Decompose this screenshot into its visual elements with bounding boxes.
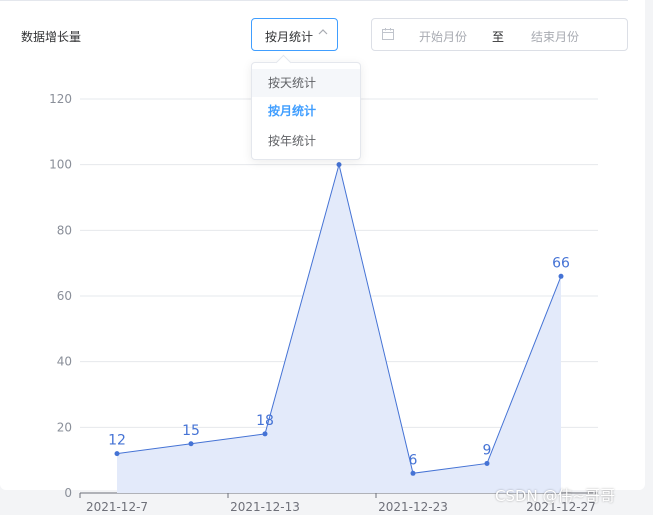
data-point xyxy=(336,162,342,168)
y-tick-label: 60 xyxy=(57,289,72,303)
option-by-year[interactable]: 按年统计 xyxy=(252,127,360,155)
data-point xyxy=(558,273,564,279)
y-tick-label: 40 xyxy=(57,355,72,369)
option-by-month[interactable]: 按月统计 xyxy=(252,97,360,125)
x-tick-label: 2021-12-7 xyxy=(86,500,148,514)
period-dropdown: 按天统计 按月统计 按年统计 xyxy=(251,54,361,160)
data-point xyxy=(188,441,194,447)
data-label: 12 xyxy=(108,433,126,449)
data-point xyxy=(114,451,120,457)
data-label: 18 xyxy=(256,413,274,429)
y-tick-label: 80 xyxy=(57,223,72,237)
x-tick-label: 2021-12-13 xyxy=(230,500,300,514)
data-point xyxy=(262,431,268,437)
data-label: 6 xyxy=(409,452,418,468)
y-tick-label: 0 xyxy=(64,486,72,500)
data-label: 66 xyxy=(552,255,570,271)
x-tick-label: 2021-12-23 xyxy=(378,500,448,514)
y-tick-label: 120 xyxy=(49,92,72,106)
data-label: 15 xyxy=(182,423,200,439)
data-point xyxy=(484,460,490,466)
y-tick-label: 100 xyxy=(49,158,72,172)
data-label: 9 xyxy=(483,442,492,458)
watermark: CSDN @伟~哥哥 xyxy=(495,487,616,505)
option-by-day[interactable]: 按天统计 xyxy=(252,69,360,97)
y-tick-label: 20 xyxy=(57,420,72,434)
data-point xyxy=(410,470,416,476)
